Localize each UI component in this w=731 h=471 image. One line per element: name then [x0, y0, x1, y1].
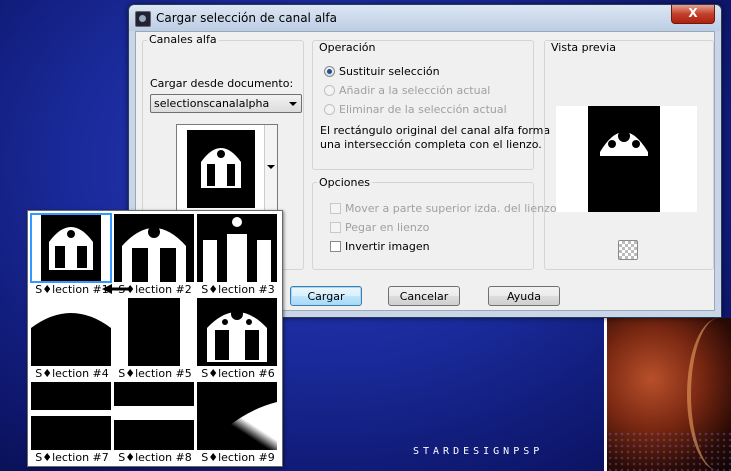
- thumbnail-selection-8[interactable]: S♦lection #8: [114, 382, 196, 466]
- check-paste-canvas-label: Pegar en lienzo: [345, 221, 430, 234]
- thumbnail-label: S♦lection #9: [201, 451, 275, 464]
- radio-add[interactable]: Añadir a la selección actual: [324, 84, 490, 97]
- arrow-left-icon: [102, 284, 132, 294]
- thumbnail-image: [31, 298, 111, 366]
- help-button[interactable]: Ayuda: [488, 286, 560, 306]
- checkbox-box: [330, 241, 341, 252]
- thumbnail-image: [114, 214, 194, 282]
- thumbnail-label: S♦lection #1: [35, 283, 109, 296]
- background-photo: [604, 318, 731, 471]
- radio-replace-label: Sustituir selección: [339, 65, 440, 78]
- picker-dropdown-button[interactable]: [264, 125, 277, 213]
- thumbnail-selection-1[interactable]: S♦lection #1: [30, 213, 113, 298]
- radio-dot: [324, 85, 335, 96]
- checkbox-box: [330, 203, 341, 214]
- cancel-button[interactable]: Cancelar: [388, 286, 460, 306]
- check-invert-image-label: Invertir imagen: [345, 240, 430, 253]
- thumbnail-image: [114, 298, 194, 366]
- preview-image: [556, 106, 697, 212]
- radio-dot: [324, 66, 335, 77]
- transparency-toggle-icon[interactable]: [618, 240, 638, 260]
- channel-thumbnail: [179, 128, 263, 210]
- thumbnail-label: S♦lection #4: [35, 367, 109, 380]
- thumbnail-label: S♦lection #8: [118, 451, 192, 464]
- thumbnail-selection-7[interactable]: S♦lection #7: [31, 382, 113, 466]
- checkbox-box: [330, 222, 341, 233]
- chevron-down-icon: [267, 165, 275, 169]
- document-select-value: selectionscanalalpha: [154, 97, 270, 110]
- document-select[interactable]: selectionscanalalpha: [150, 94, 302, 113]
- channel-thumbnail-list: S♦lection #1 S♦lection #2 S♦lection #3 S…: [27, 210, 283, 467]
- note-line-2: una intersección completa con el lienzo.: [320, 138, 542, 151]
- thumbnail-image: [197, 382, 277, 450]
- check-invert-image[interactable]: Invertir imagen: [330, 240, 430, 253]
- thumbnail-label: S♦lection #7: [35, 451, 109, 464]
- chevron-down-icon: [289, 102, 297, 106]
- check-paste-canvas[interactable]: Pegar en lienzo: [330, 221, 429, 234]
- check-move-top-left-label: Mover a parte superior izda. del lienzo: [345, 202, 557, 215]
- operation-label: Operación: [317, 41, 378, 54]
- alpha-channels-label: Canales alfa: [147, 33, 219, 46]
- title-bar[interactable]: Cargar selección de canal alfa X: [129, 5, 721, 31]
- app-icon: [135, 11, 151, 27]
- note-line-1: El rectángulo original del canal alfa fo…: [320, 124, 551, 137]
- watermark: STARDESIGNPSP: [413, 446, 544, 457]
- radio-dot: [324, 104, 335, 115]
- radio-remove[interactable]: Eliminar de la selección actual: [324, 103, 507, 116]
- thumbnail-image: [114, 382, 194, 450]
- channel-picker[interactable]: [176, 124, 278, 214]
- thumbnail-image: [197, 298, 277, 366]
- check-move-top-left[interactable]: Mover a parte superior izda. del lienzo: [330, 202, 557, 215]
- load-button[interactable]: Cargar: [290, 286, 362, 306]
- thumbnail-selection-5[interactable]: S♦lection #5: [114, 298, 196, 382]
- thumbnail-selection-4[interactable]: S♦lection #4: [31, 298, 113, 382]
- close-button[interactable]: X: [671, 5, 715, 24]
- thumbnail-selection-6[interactable]: S♦lection #6: [197, 298, 279, 382]
- thumbnail-label: S♦lection #5: [118, 367, 192, 380]
- thumbnail-label: S♦lection #3: [201, 283, 275, 296]
- sparkles: [607, 431, 731, 471]
- options-label: Opciones: [317, 176, 372, 189]
- radio-replace[interactable]: Sustituir selección: [324, 65, 440, 78]
- radio-add-label: Añadir a la selección actual: [339, 84, 491, 97]
- window-title: Cargar selección de canal alfa: [156, 11, 337, 25]
- thumbnail-selection-3[interactable]: S♦lection #3: [197, 214, 279, 298]
- thumbnail-image: [31, 382, 111, 450]
- thumbnail-image: [197, 214, 277, 282]
- thumbnail-image: [30, 213, 112, 283]
- load-from-doc-label: Cargar desde documento:: [150, 77, 294, 90]
- preview-label: Vista previa: [549, 41, 618, 54]
- intersection-note: El rectángulo original del canal alfa fo…: [320, 124, 550, 152]
- thumbnail-label: S♦lection #6: [201, 367, 275, 380]
- radio-remove-label: Eliminar de la selección actual: [339, 103, 507, 116]
- thumbnail-selection-9[interactable]: S♦lection #9: [197, 382, 279, 466]
